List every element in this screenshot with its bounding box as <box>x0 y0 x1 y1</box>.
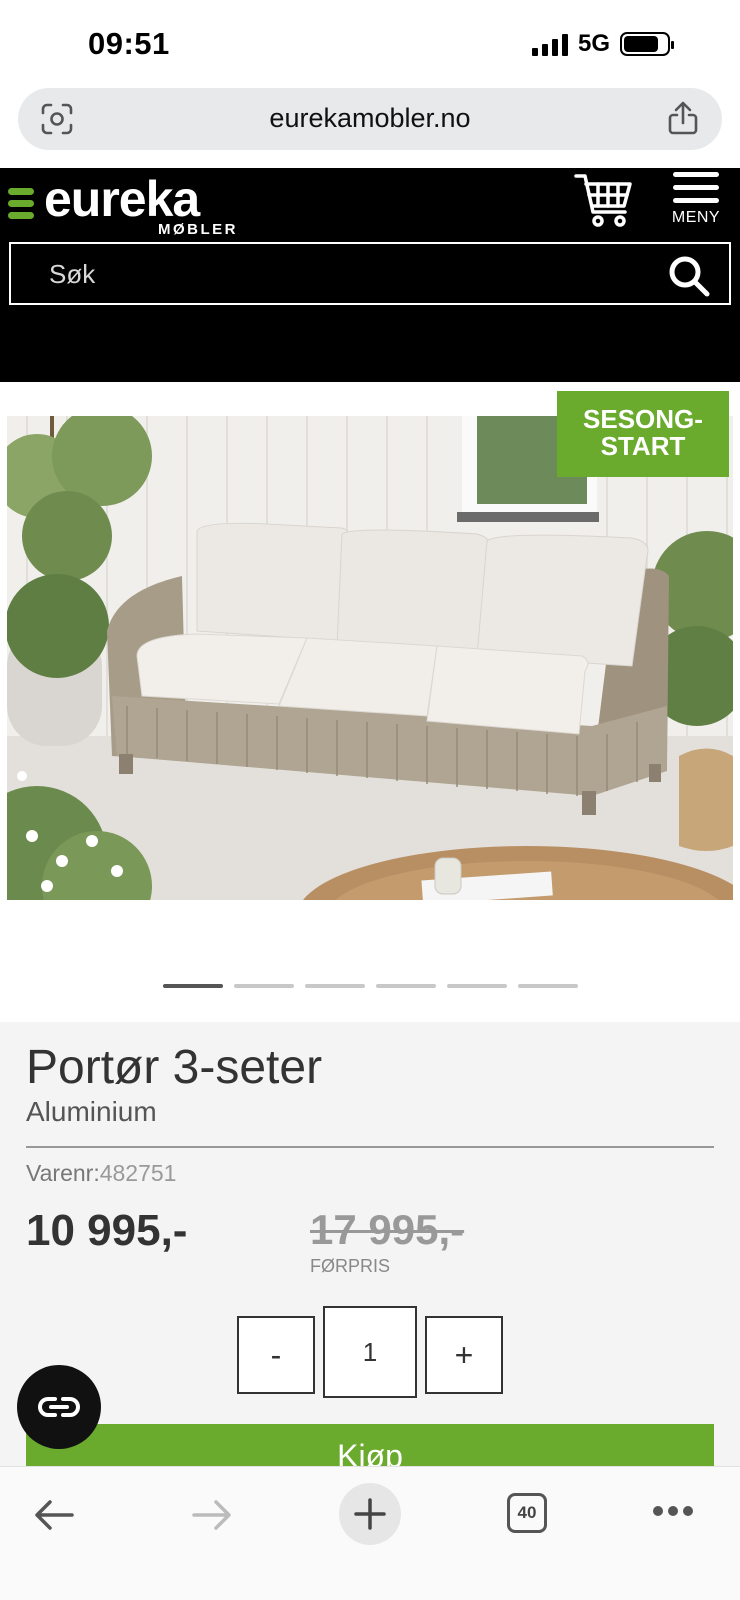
gallery-dot[interactable] <box>447 984 507 988</box>
menu-button[interactable]: MENY <box>664 172 728 236</box>
quantity-increase-button[interactable]: + <box>425 1316 503 1394</box>
sku: Varenr:482751 <box>26 1160 176 1187</box>
search-input[interactable] <box>49 252 629 296</box>
more-button[interactable] <box>652 1505 694 1517</box>
quantity-field[interactable]: 1 <box>323 1306 417 1398</box>
logo-mark <box>8 188 34 224</box>
status-time: 09:51 <box>88 26 170 61</box>
sku-label: Varenr: <box>26 1160 100 1186</box>
product-image[interactable] <box>7 416 733 900</box>
gallery-dot[interactable] <box>376 984 436 988</box>
search-bar[interactable] <box>9 242 731 305</box>
product-title: Portør 3-seter <box>26 1041 323 1094</box>
site-header: eureka MØBLER MENY <box>0 168 740 382</box>
battery-icon <box>620 32 674 56</box>
gallery-dot[interactable] <box>163 984 223 988</box>
search-icon[interactable] <box>667 254 711 298</box>
chat-button[interactable] <box>17 1365 101 1449</box>
product-variant: Aluminium <box>26 1096 157 1127</box>
sofa-photo <box>7 416 733 900</box>
sku-value: 482751 <box>99 1160 177 1186</box>
gallery-pagination <box>163 984 578 988</box>
hamburger-icon <box>664 172 728 203</box>
logo-text: eureka <box>44 171 200 227</box>
cart-icon[interactable] <box>574 172 634 230</box>
quantity-decrease-button[interactable]: - <box>237 1316 315 1394</box>
old-price-label: FØRPRIS <box>310 1256 391 1276</box>
status-indicators: 5G <box>531 30 674 58</box>
plus-icon <box>354 1498 386 1530</box>
badge-line-1: SESONG- <box>583 404 703 434</box>
season-start-badge: SESONG- START <box>557 391 729 477</box>
old-price: 17 995,- <box>310 1206 465 1253</box>
divider <box>26 1146 714 1148</box>
forward-arrow-icon <box>192 1500 231 1530</box>
tabs-count: 40 <box>507 1493 547 1533</box>
back-button[interactable] <box>32 1497 76 1533</box>
gallery-dot[interactable] <box>518 984 578 988</box>
current-price: 10 995,- <box>26 1206 188 1255</box>
share-icon[interactable] <box>666 100 700 136</box>
more-icon <box>653 1506 693 1516</box>
gallery-dot[interactable] <box>305 984 365 988</box>
signal-icon <box>531 32 568 56</box>
browser-toolbar: 40 <box>0 1466 740 1600</box>
forward-button[interactable] <box>190 1497 234 1533</box>
url-text[interactable]: eurekamobler.no <box>18 103 722 134</box>
menu-label: MENY <box>671 209 721 226</box>
tabs-button[interactable]: 40 <box>507 1493 547 1533</box>
badge-line-2: START <box>600 431 686 461</box>
chat-icon <box>38 1397 80 1417</box>
gallery-dot[interactable] <box>234 984 294 988</box>
logo-subtext: MØBLER <box>158 221 238 238</box>
back-arrow-icon <box>35 1500 74 1530</box>
network-label: 5G <box>577 30 610 57</box>
address-bar[interactable]: eurekamobler.no <box>18 88 722 150</box>
new-tab-button[interactable] <box>339 1483 401 1545</box>
site-logo[interactable]: eureka MØBLER <box>8 171 248 242</box>
status-bar: 09:51 5G <box>0 0 740 88</box>
